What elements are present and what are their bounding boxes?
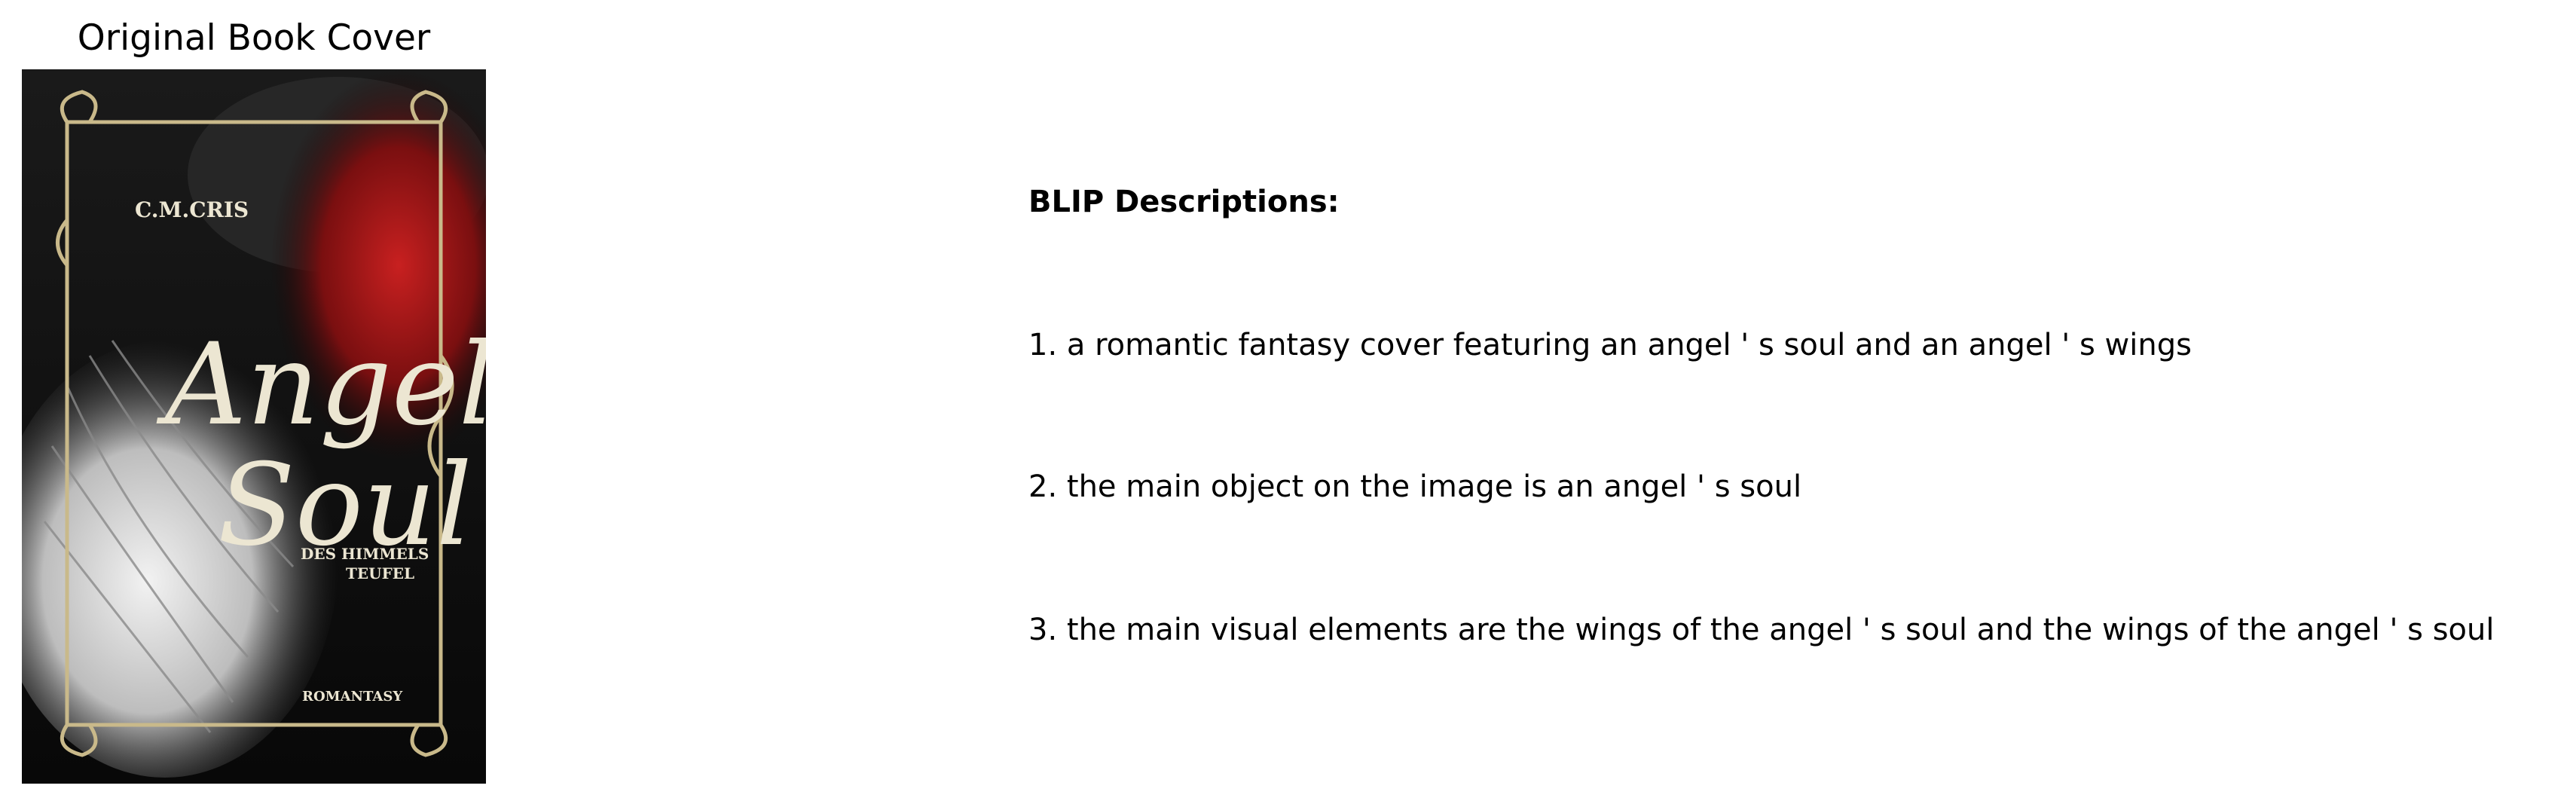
cover-subtitle-line-1: DES HIMMELS — [301, 545, 429, 563]
description-item: 1. a romantic fantasy cover featuring an… — [1028, 328, 2192, 362]
cover-title-line-1: Angel's — [156, 319, 486, 451]
description-item: 3. the main visual elements are the wing… — [1028, 613, 2495, 647]
cover-panel-title: Original Book Cover — [77, 17, 431, 59]
description-item: 2. the main object on the image is an an… — [1028, 469, 1802, 504]
book-cover-image: C.M.CRIS Angel's Soul DES HIMMELS TEUFEL… — [22, 69, 486, 784]
cover-genre: ROMANTASY — [302, 689, 403, 705]
descriptions-heading: BLIP Descriptions: — [1028, 185, 1340, 219]
book-cover-artwork: C.M.CRIS Angel's Soul DES HIMMELS TEUFEL… — [22, 69, 486, 784]
cover-subtitle-line-2: TEUFEL — [346, 564, 414, 582]
cover-author: C.M.CRIS — [135, 197, 249, 222]
